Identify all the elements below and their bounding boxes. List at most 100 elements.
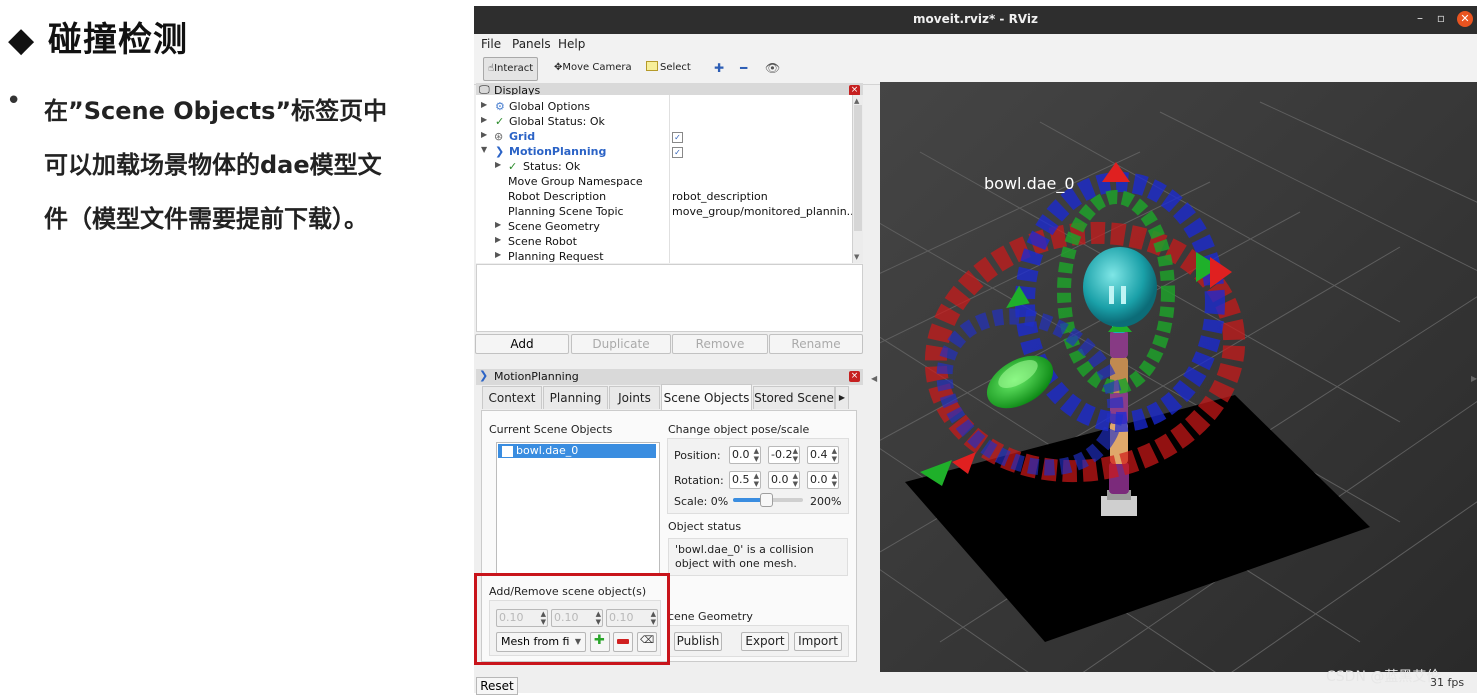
- grid-icon: ⊛: [494, 130, 504, 143]
- tree-row-planning-scene-topic[interactable]: Planning Scene Topic move_group/monitore…: [476, 205, 853, 220]
- select-button[interactable]: Select: [642, 57, 695, 79]
- tab-joints[interactable]: Joints: [609, 386, 660, 409]
- tree-row-status-ok[interactable]: ▶ ✓ Status: Ok: [476, 160, 853, 175]
- spin-arrows-icon[interactable]: ▲ ▼: [832, 447, 837, 463]
- displays-tree: ▶ ⚙ Global Options ▶ ✓ Global Status: Ok…: [476, 95, 853, 263]
- tree-row-scene-robot[interactable]: ▶ Scene Robot: [476, 235, 853, 250]
- scroll-down-icon[interactable]: ▼: [854, 253, 859, 261]
- spin-arrows-icon[interactable]: ▲ ▼: [793, 447, 798, 463]
- window-titlebar[interactable]: moveit.rviz* - RViz – ▫ ✕: [474, 6, 1477, 34]
- rename-button[interactable]: Rename: [769, 334, 863, 354]
- slide-bullet: • 在”Scene Objects”标签页中 可以加载场景物体的dae模型文 件…: [6, 84, 468, 246]
- fps-readout: 31 fps: [1430, 676, 1465, 689]
- toolbar: ☝Interact ✥Move Camera Select ✚ ━ 👁: [474, 54, 1477, 85]
- expand-arrow-icon[interactable]: ▶: [495, 235, 501, 244]
- scene-geometry-label: cene Geometry: [668, 610, 753, 623]
- highlight-box: [474, 573, 670, 665]
- menu-help[interactable]: Help: [558, 37, 585, 51]
- add-button[interactable]: Add: [475, 334, 569, 354]
- export-button[interactable]: Export: [741, 632, 789, 651]
- position-label: Position:: [674, 449, 721, 462]
- move-camera-button[interactable]: ✥Move Camera: [550, 57, 636, 79]
- motion-planning-header: ❯ MotionPlanning ×: [476, 369, 863, 385]
- menu-panels[interactable]: Panels: [512, 37, 551, 51]
- bullet-dot-icon: •: [6, 86, 22, 116]
- rotation-label: Rotation:: [674, 474, 724, 487]
- spin-arrows-icon[interactable]: ▲ ▼: [754, 447, 759, 463]
- globe-icon: ⚙: [495, 100, 505, 113]
- maximize-icon[interactable]: ▫: [1437, 11, 1445, 25]
- tree-row-global-status[interactable]: ▶ ✓ Global Status: Ok: [476, 115, 853, 130]
- expand-arrow-icon[interactable]: ▶: [481, 100, 487, 109]
- minimize-icon[interactable]: –: [1417, 11, 1423, 25]
- collapse-arrow-icon[interactable]: ▼: [481, 145, 487, 154]
- bullet-line-1: 在”Scene Objects”标签页中: [44, 97, 388, 125]
- menubar: File Panels Help: [474, 34, 1477, 54]
- menu-file[interactable]: File: [481, 37, 501, 51]
- motion-planning-close-icon[interactable]: ×: [849, 371, 860, 382]
- displays-scrollbar[interactable]: ▲ ▼: [852, 95, 863, 263]
- gripper-finger-left: [1109, 286, 1114, 304]
- gripper-finger-right: [1121, 286, 1126, 304]
- expand-arrow-icon[interactable]: ▶: [481, 130, 487, 139]
- spin-arrows-icon[interactable]: ▲ ▼: [832, 472, 837, 488]
- scale-slider[interactable]: [733, 493, 803, 507]
- interact-button[interactable]: ☝Interact: [483, 57, 539, 81]
- tree-row-scene-geometry[interactable]: ▶ Scene Geometry: [476, 220, 853, 235]
- scene-graphic[interactable]: [880, 82, 1477, 672]
- rotation-x-spinbox[interactable]: 0.5 ▲ ▼: [729, 471, 761, 489]
- minus-tool-icon[interactable]: ━: [740, 61, 747, 75]
- duplicate-button[interactable]: Duplicate: [571, 334, 671, 354]
- tab-planning[interactable]: Planning: [543, 386, 608, 409]
- close-icon[interactable]: ✕: [1457, 11, 1473, 27]
- pose-scale-label: Change object pose/scale: [668, 423, 810, 436]
- rotation-z-spinbox[interactable]: 0.0 ▲ ▼: [807, 471, 839, 489]
- tree-row-robot-description[interactable]: Robot Description robot_description: [476, 190, 853, 205]
- position-x-spinbox[interactable]: 0.0 ▲ ▼: [729, 446, 761, 464]
- spin-arrows-icon[interactable]: ▲ ▼: [754, 472, 759, 488]
- scale-max-label: 200%: [810, 495, 842, 508]
- tree-row-grid[interactable]: ▶ ⊛ Grid ✓: [476, 130, 853, 145]
- expand-arrow-icon[interactable]: ▶: [481, 115, 487, 124]
- eye-tool-icon[interactable]: 👁: [765, 61, 780, 75]
- motion-planning-icon: ❯: [495, 145, 505, 158]
- tree-row-global-options[interactable]: ▶ ⚙ Global Options: [476, 100, 853, 115]
- end-effector-sphere: [1083, 247, 1157, 327]
- status-line-2: object with one mesh.: [675, 557, 797, 570]
- remove-button[interactable]: Remove: [672, 334, 768, 354]
- tab-context[interactable]: Context: [482, 386, 542, 409]
- collapse-left-icon[interactable]: ◀: [871, 374, 877, 383]
- tree-row-planning-request[interactable]: ▶ Planning Request: [476, 250, 853, 263]
- spin-arrows-icon[interactable]: ▲ ▼: [793, 472, 798, 488]
- check-icon: ✓: [495, 115, 505, 128]
- tree-row-motion-planning[interactable]: ▼ ❯ MotionPlanning ✓: [476, 145, 853, 160]
- expand-arrow-icon[interactable]: ▶: [495, 250, 501, 259]
- select-box-icon: [646, 61, 658, 71]
- collapse-right-icon[interactable]: ▶: [1471, 374, 1477, 383]
- import-button[interactable]: Import: [794, 632, 842, 651]
- watermark: CSDN @蓝黑艾伦: [1326, 669, 1441, 685]
- tab-scene-objects[interactable]: Scene Objects: [661, 384, 752, 410]
- scroll-thumb[interactable]: [854, 105, 862, 231]
- tab-scroll-right-icon[interactable]: ▶: [835, 386, 849, 409]
- scale-label: Scale: 0%: [674, 495, 729, 508]
- motion-planning-checkbox[interactable]: ✓: [672, 147, 683, 158]
- grid-checkbox[interactable]: ✓: [672, 132, 683, 143]
- tree-row-move-group-namespace[interactable]: Move Group Namespace: [476, 175, 853, 190]
- scene-objects-list[interactable]: bowl.dae_0: [496, 442, 660, 574]
- object-status-label: Object status: [668, 520, 742, 533]
- expand-arrow-icon[interactable]: ▶: [495, 160, 501, 169]
- object-checkbox[interactable]: [502, 446, 513, 457]
- expand-arrow-icon[interactable]: ▶: [495, 220, 501, 229]
- publish-button[interactable]: Publish: [674, 632, 722, 651]
- reset-button[interactable]: Reset: [476, 677, 518, 695]
- tab-stored-scenes[interactable]: Stored Scene: [753, 386, 835, 409]
- position-y-spinbox[interactable]: -0.2 ▲ ▼: [768, 446, 800, 464]
- plus-tool-icon[interactable]: ✚: [714, 61, 724, 75]
- rotation-y-spinbox[interactable]: 0.0 ▲ ▼: [768, 471, 800, 489]
- scale-slider-handle[interactable]: [759, 493, 773, 507]
- scroll-up-icon[interactable]: ▲: [854, 97, 859, 105]
- list-item[interactable]: bowl.dae_0: [498, 444, 656, 458]
- 3d-viewport[interactable]: bowl.dae_0: [880, 82, 1477, 672]
- position-z-spinbox[interactable]: 0.4 ▲ ▼: [807, 446, 839, 464]
